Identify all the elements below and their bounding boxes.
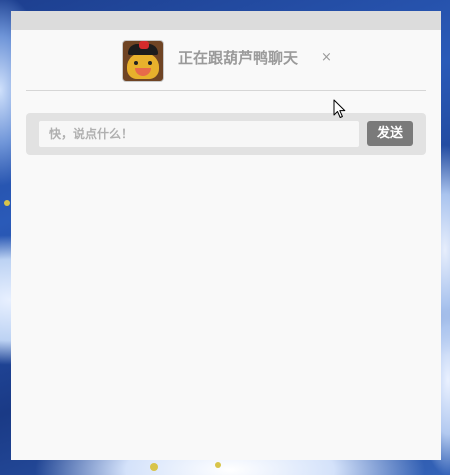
- send-button[interactable]: 发送: [367, 121, 413, 146]
- duck-eye-left: [134, 61, 138, 65]
- wallpaper-flower-center: [215, 462, 221, 468]
- chat-header: 正在跟葫芦鸭聊天 ×: [26, 30, 426, 91]
- duck-avatar-icon: [122, 40, 164, 82]
- window-titlebar[interactable]: [11, 11, 441, 30]
- chat-title: 正在跟葫芦鸭聊天: [178, 49, 299, 67]
- wallpaper-flower-center: [150, 463, 158, 471]
- message-input[interactable]: [39, 121, 359, 147]
- wallpaper-flower-center: [4, 200, 10, 206]
- duck-eye-right: [148, 61, 152, 65]
- message-list: [26, 161, 426, 451]
- desktop-wallpaper: 正在跟葫芦鸭聊天 × 发送: [0, 0, 450, 475]
- message-composer: 发送: [26, 113, 426, 155]
- close-chat-button[interactable]: ×: [321, 48, 332, 68]
- mouse-pointer-icon: [333, 99, 346, 118]
- duck-bow: [139, 41, 149, 49]
- chat-window: 正在跟葫芦鸭聊天 × 发送: [11, 11, 441, 460]
